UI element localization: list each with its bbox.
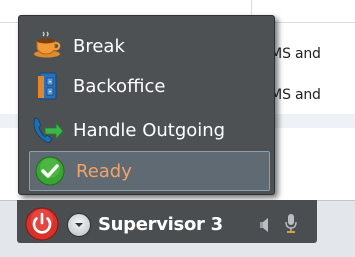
- agent-name: Supervisor 3: [98, 214, 223, 235]
- status-menu: Break Backoffice Handle Outgoing Ready: [18, 15, 275, 195]
- checkmark-icon: [35, 156, 65, 186]
- microphone-icon[interactable]: [283, 212, 299, 234]
- chevron-down-icon: [75, 223, 83, 227]
- power-icon[interactable]: [24, 206, 60, 242]
- coffee-cup-icon: [34, 31, 61, 58]
- menu-item-label: Handle Outgoing: [73, 119, 226, 141]
- menu-item-backoffice[interactable]: Backoffice: [27, 67, 270, 105]
- menu-item-break[interactable]: Break: [27, 27, 270, 65]
- menu-item-ready[interactable]: Ready: [29, 151, 270, 191]
- outgoing-call-icon: [33, 117, 63, 144]
- status-dropdown-button[interactable]: [67, 213, 91, 237]
- menu-item-label: Break: [73, 35, 125, 57]
- menu-item-label: Ready: [76, 160, 132, 182]
- menu-item-handle-outgoing[interactable]: Handle Outgoing: [27, 111, 270, 149]
- menu-item-label: Backoffice: [73, 75, 166, 97]
- filing-cabinet-icon: [38, 72, 57, 100]
- speaker-icon[interactable]: [258, 216, 274, 234]
